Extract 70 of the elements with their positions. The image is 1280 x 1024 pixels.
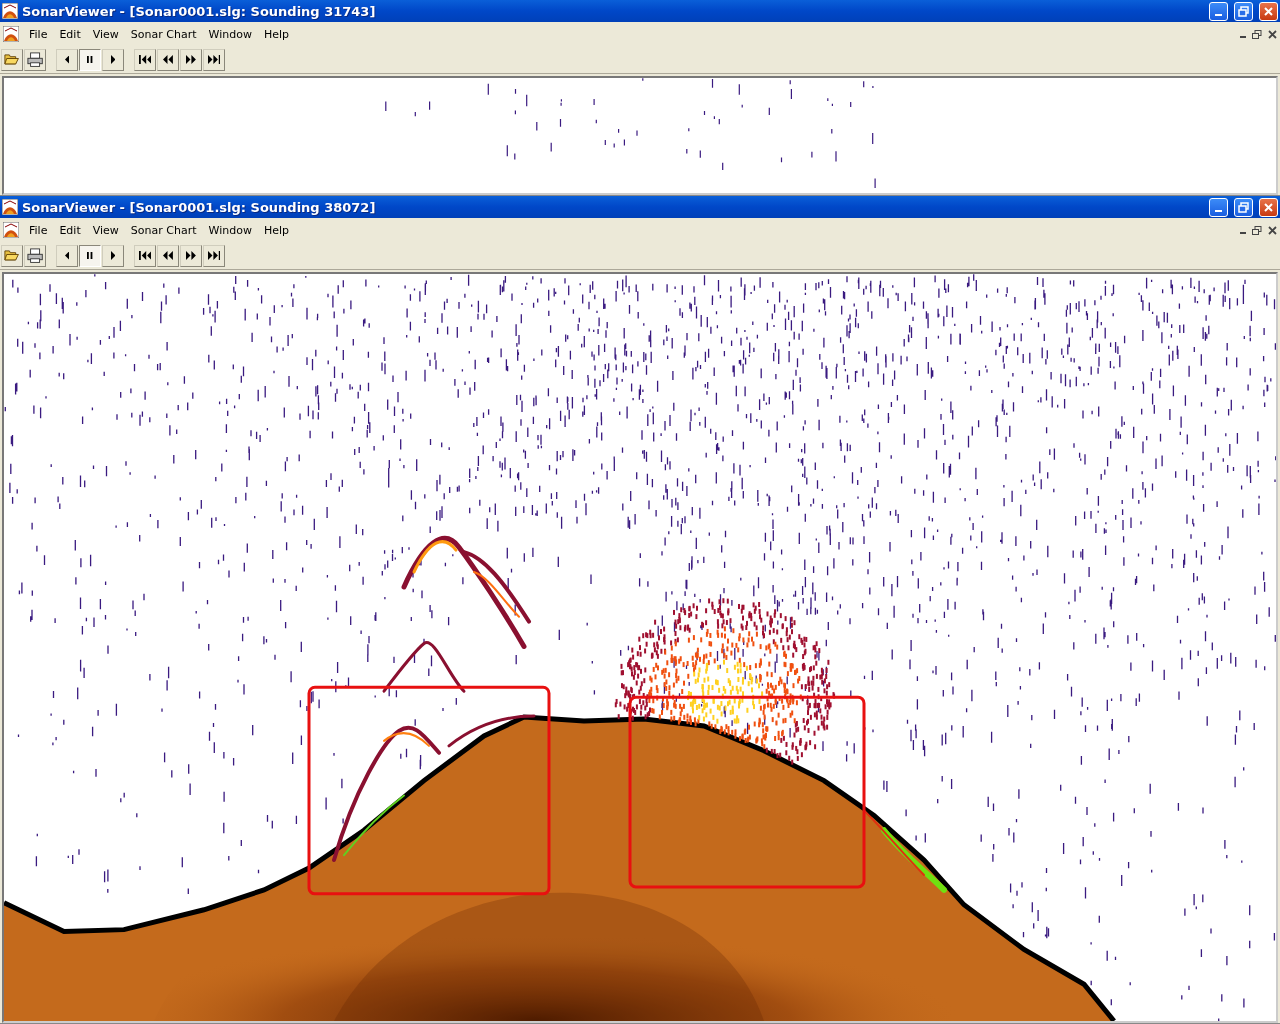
printer-icon bbox=[26, 247, 44, 264]
open-folder-button[interactable] bbox=[1, 244, 23, 267]
menu-item[interactable]: View bbox=[86, 221, 125, 239]
open-folder-icon bbox=[4, 54, 20, 65]
left-triangle-button[interactable] bbox=[56, 48, 78, 71]
menu-item[interactable]: File bbox=[23, 221, 54, 239]
open-folder-icon bbox=[4, 250, 20, 261]
close-button[interactable] bbox=[1259, 197, 1278, 217]
skip-to-end-button[interactable] bbox=[203, 244, 225, 267]
fast-forward-icon bbox=[186, 251, 196, 260]
menu-item[interactable]: Help bbox=[257, 221, 295, 239]
left-triangle-icon bbox=[64, 55, 70, 64]
restore-button[interactable] bbox=[1234, 197, 1253, 217]
close-icon bbox=[1263, 201, 1274, 213]
menu-item[interactable]: Edit bbox=[53, 25, 87, 43]
right-triangle-button[interactable] bbox=[102, 244, 124, 267]
app-icon bbox=[3, 26, 19, 42]
restore-button[interactable] bbox=[1234, 1, 1253, 21]
printer-button[interactable] bbox=[24, 48, 46, 71]
rewind-button[interactable] bbox=[157, 244, 179, 267]
pause-icon bbox=[87, 251, 93, 260]
skip-to-start-button[interactable] bbox=[134, 48, 156, 71]
minimize-button[interactable] bbox=[1209, 1, 1228, 21]
minimize-icon bbox=[1215, 210, 1222, 212]
close-icon[interactable] bbox=[1268, 29, 1277, 39]
open-folder-button[interactable] bbox=[1, 48, 23, 71]
close-button[interactable] bbox=[1259, 1, 1278, 21]
fast-forward-icon bbox=[186, 55, 196, 64]
close-icon[interactable] bbox=[1268, 225, 1277, 235]
left-triangle-icon bbox=[64, 251, 70, 260]
restore-icon bbox=[1238, 5, 1249, 17]
skip-to-start-icon bbox=[138, 55, 152, 64]
menu-item[interactable]: Sonar Chart bbox=[124, 25, 203, 43]
skip-to-end-button[interactable] bbox=[203, 48, 225, 71]
skip-to-end-icon bbox=[207, 251, 221, 260]
rewind-icon bbox=[163, 251, 173, 260]
right-triangle-icon bbox=[110, 251, 116, 260]
app-icon bbox=[2, 199, 18, 215]
close-icon bbox=[1263, 5, 1274, 17]
menu-item[interactable]: View bbox=[86, 25, 125, 43]
pause-icon bbox=[87, 55, 93, 64]
fast-forward-button[interactable] bbox=[180, 48, 202, 71]
app-icon bbox=[3, 222, 19, 238]
rewind-icon bbox=[163, 55, 173, 64]
menu-item[interactable]: Sonar Chart bbox=[124, 221, 203, 239]
app-icon bbox=[2, 3, 18, 19]
printer-button[interactable] bbox=[24, 244, 46, 267]
menu-item[interactable]: Window bbox=[202, 221, 258, 239]
minimize-button[interactable] bbox=[1209, 197, 1228, 217]
window-title: SonarViewer - [Sonar0001.slg: Sounding 38072] bbox=[22, 199, 377, 215]
window-title: SonarViewer - [Sonar0001.slg: Sounding 31743] bbox=[22, 3, 377, 19]
printer-icon bbox=[26, 51, 44, 68]
skip-to-end-icon bbox=[207, 55, 221, 64]
pause-button[interactable] bbox=[79, 48, 101, 71]
skip-to-start-button[interactable] bbox=[134, 244, 156, 267]
left-triangle-button[interactable] bbox=[56, 244, 78, 267]
pause-button[interactable] bbox=[79, 244, 101, 267]
minimize-icon bbox=[1215, 14, 1222, 16]
skip-to-start-icon bbox=[138, 251, 152, 260]
right-triangle-button[interactable] bbox=[102, 48, 124, 71]
menu-item[interactable]: File bbox=[23, 25, 54, 43]
fast-forward-button[interactable] bbox=[180, 244, 202, 267]
restore-icon[interactable] bbox=[1252, 29, 1262, 39]
menu-item[interactable]: Help bbox=[257, 25, 295, 43]
rewind-button[interactable] bbox=[157, 48, 179, 71]
restore-icon[interactable] bbox=[1252, 225, 1262, 235]
right-triangle-icon bbox=[110, 55, 116, 64]
menu-item[interactable]: Window bbox=[202, 25, 258, 43]
restore-icon bbox=[1238, 201, 1249, 213]
menu-item[interactable]: Edit bbox=[53, 221, 87, 239]
